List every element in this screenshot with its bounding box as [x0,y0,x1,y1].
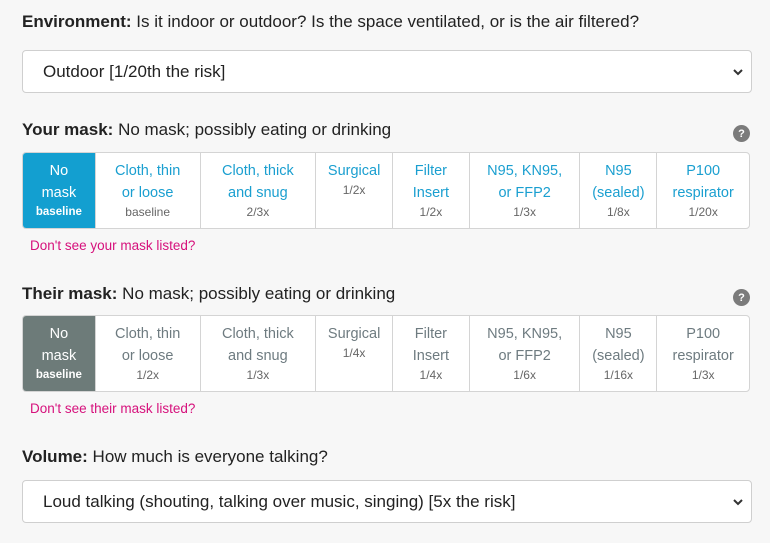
chevron-down-icon [733,499,743,506]
your-mask-option-name: P100 respirator [672,163,734,201]
their-mask-current: No mask; possibly eating or drinking [122,284,396,303]
their-mask-option-name: Filter Insert [412,326,450,364]
your-mask-option-name: N95 (sealed) [592,163,645,201]
volume-selected-value: Loud talking (shouting, talking over mus… [43,491,516,511]
your-mask-option-factor: 2/3x [246,205,270,219]
their-mask-option-factor: 1/16x [603,368,634,382]
your-mask-option[interactable]: P100 respirator 1/20x [657,153,749,228]
environment-label: Environment: [22,12,132,31]
their-mask-option[interactable]: N95, KN95, or FFP2 1/6x [470,316,581,391]
environment-selected-value: Outdoor [1/20th the risk] [43,61,226,81]
their-mask-label: Their mask: [22,284,118,303]
their-mask-option-name: N95, KN95, or FFP2 [487,326,563,364]
their-mask-option-factor: 1/6x [513,368,536,382]
your-mask-option-factor: 1/2x [419,205,443,219]
their-mask-option-name: Cloth, thick and snug [221,326,294,364]
your-mask-option[interactable]: N95 (sealed) 1/8x [580,153,658,228]
your-mask-current: No mask; possibly eating or drinking [118,120,392,139]
their-mask-option[interactable]: Cloth, thin or loose 1/2x [96,316,201,391]
your-mask-option-factor: 1/8x [607,205,630,219]
chevron-down-icon [733,69,743,76]
their-mask-option-factor: 1/2x [136,368,159,382]
their-mask-options: No mask baseline Cloth, thin or loose 1/2x C… [22,315,750,392]
your-mask-option-factor: 1/3x [513,205,536,219]
volume-label: Volume: [22,447,88,466]
their-mask-option-name: N95 (sealed) [592,326,645,364]
their-mask-option[interactable]: Surgical 1/4x [316,316,393,391]
your-mask-option-factor: 1/2x [342,183,366,197]
their-mask-heading: Their mask: No mask; possibly eating or … [22,284,395,304]
your-mask-option-name: Surgical [327,163,381,179]
your-mask-option-name: Cloth, thick and snug [221,163,294,201]
your-mask-options: No mask baseline Cloth, thin or loose basel… [22,152,750,229]
your-mask-label: Your mask: [22,120,114,139]
your-mask-option-factor: 1/20x [688,205,718,219]
their-mask-option-name: No mask [41,326,77,364]
their-mask-option-factor: 1/3x [691,368,715,382]
volume-question: How much is everyone talking? [92,447,328,466]
their-mask-not-listed-link[interactable]: Don't see their mask listed? [30,401,195,416]
their-mask-option[interactable]: N95 (sealed) 1/16x [580,316,658,391]
their-mask-option-name: P100 respirator [672,326,734,364]
their-mask-option-factor: 1/4x [419,368,443,382]
your-mask-option-name: N95, KN95, or FFP2 [487,163,563,201]
your-mask-option[interactable]: Cloth, thick and snug 2/3x [201,153,317,228]
their-mask-option[interactable]: Cloth, thick and snug 1/3x [201,316,317,391]
your-mask-not-listed-link[interactable]: Don't see your mask listed? [30,238,195,253]
their-mask-option[interactable]: Filter Insert 1/4x [393,316,470,391]
your-mask-option[interactable]: Cloth, thin or loose baseline [96,153,201,228]
their-mask-help-icon[interactable]: ? [733,289,750,306]
their-mask-option-factor: 1/4x [342,346,366,360]
your-mask-option[interactable]: N95, KN95, or FFP2 1/3x [470,153,581,228]
environment-select[interactable]: Outdoor [1/20th the risk] [22,50,752,93]
your-mask-option-factor: baseline [125,205,170,219]
volume-heading: Volume: How much is everyone talking? [22,447,328,467]
your-mask-heading: Your mask: No mask; possibly eating or d… [22,120,391,140]
your-mask-help-icon[interactable]: ? [733,125,750,142]
your-mask-option-name: Filter Insert [412,163,450,201]
environment-heading: Environment: Is it indoor or outdoor? Is… [22,12,639,32]
your-mask-option[interactable]: Filter Insert 1/2x [393,153,470,228]
their-mask-option-name: Surgical [327,326,381,342]
your-mask-option[interactable]: No mask baseline [23,153,96,228]
their-mask-option-name: Cloth, thin or loose [115,326,181,364]
their-mask-option[interactable]: No mask baseline [23,316,96,391]
your-mask-option-name: No mask [41,163,77,201]
environment-question: Is it indoor or outdoor? Is the space ve… [136,12,640,31]
their-mask-option[interactable]: P100 respirator 1/3x [657,316,749,391]
your-mask-option-factor: baseline [35,206,82,218]
their-mask-option-factor: 1/3x [246,368,270,382]
volume-select[interactable]: Loud talking (shouting, talking over mus… [22,480,752,523]
your-mask-option-name: Cloth, thin or loose [115,163,181,201]
their-mask-option-factor: baseline [35,369,82,381]
your-mask-option[interactable]: Surgical 1/2x [316,153,393,228]
